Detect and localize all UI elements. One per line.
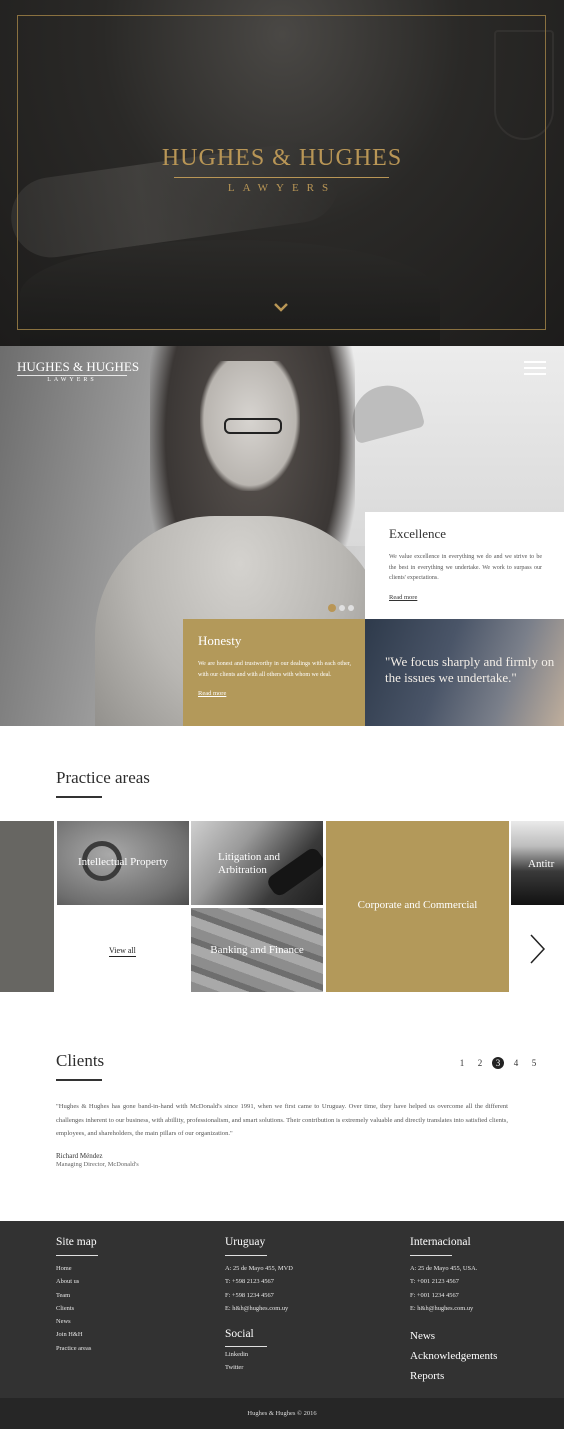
hero-frame — [17, 15, 546, 330]
footer-link-news[interactable]: News — [56, 1315, 91, 1328]
hamburger-menu-icon[interactable] — [524, 361, 546, 375]
practice-areas-title: Practice areas — [56, 768, 150, 787]
practice-tile-corporate[interactable]: Corporate and Commercial — [326, 821, 509, 992]
practice-tile-label: Banking and Finance — [210, 944, 304, 956]
footer-intl-title: Internacional — [410, 1236, 471, 1248]
practice-tile-litigation[interactable]: Litigation and Arbitration — [191, 821, 323, 905]
nav-logo-title[interactable]: HUGHES & HUGHES — [17, 359, 139, 375]
honesty-title: Honesty — [198, 633, 242, 648]
testimonial-author-role: Managing Director, McDonald's — [56, 1161, 139, 1168]
honesty-read-more-link[interactable]: Read more — [198, 690, 226, 697]
nav-logo-divider — [17, 375, 127, 376]
quote-card: "We focus sharply and firmly on the issu… — [365, 619, 564, 726]
pager-page[interactable]: 2 — [474, 1057, 486, 1069]
footer-sitemap-list: Home About us Team Clients News Join H&H… — [56, 1262, 91, 1355]
footer-divider — [410, 1255, 452, 1256]
footer-link-acknowledgements[interactable]: Acknowledgements — [410, 1346, 497, 1366]
footer-link-practice[interactable]: Practice areas — [56, 1342, 91, 1355]
footer-uruguay-email[interactable]: E: h&h@hughes.com.uy — [225, 1302, 293, 1315]
slider-dot[interactable] — [348, 605, 354, 611]
footer-sitemap-title: Site map — [56, 1236, 97, 1248]
footer-link-team[interactable]: Team — [56, 1289, 91, 1302]
footer-link-twitter[interactable]: Twitter — [225, 1361, 248, 1374]
practice-tile-label: Antitr — [528, 858, 555, 870]
slider-dot[interactable] — [328, 604, 336, 612]
hero-subtitle: LAWYERS — [227, 182, 337, 194]
practice-tile-label: Litigation and Arbitration — [218, 851, 281, 876]
excellence-read-more-link[interactable]: Read more — [389, 594, 417, 601]
practice-tile-label: Corporate and Commercial — [357, 899, 478, 911]
footer-social-list: Linkedin Twitter — [225, 1348, 248, 1375]
excellence-title: Excellence — [389, 526, 447, 541]
footer-uruguay-phone: T: +598 2123 4567 — [225, 1278, 274, 1286]
nav-logo-subtitle: LAWYERS — [47, 377, 97, 383]
clients-title: Clients — [56, 1051, 105, 1070]
practice-prev-panel[interactable] — [0, 821, 54, 992]
hero-divider — [174, 177, 389, 178]
footer-link-news-big[interactable]: News — [410, 1326, 497, 1346]
footer-intl-email[interactable]: E: h&h@hughes.com.uy — [410, 1302, 477, 1315]
clients-divider — [56, 1079, 102, 1081]
footer-uruguay-address: A: 25 de Mayo 455, MVD — [225, 1265, 293, 1272]
pager-page[interactable]: 4 — [510, 1057, 522, 1069]
footer-uruguay-list: A: 25 de Mayo 455, MVD T: +598 2123 4567… — [225, 1262, 293, 1315]
testimonial-author: Richard Méndez — [56, 1152, 103, 1160]
practice-tile-label: Intellectual Property — [77, 856, 169, 868]
footer-link-home[interactable]: Home — [56, 1262, 91, 1275]
footer-social-title: Social — [225, 1328, 254, 1340]
practice-tile-ip[interactable]: Intellectual Property — [57, 821, 189, 905]
excellence-text: We value excellence in everything we do … — [389, 554, 542, 581]
practice-tile-antitrust[interactable]: Antitr — [511, 821, 564, 905]
footer-divider — [225, 1346, 267, 1347]
footer-intl-fax: F: +001 1234 4567 — [410, 1291, 459, 1299]
hero-title: HUGHES & HUGHES — [161, 145, 403, 171]
clients-pager: 1 2 3 4 5 — [456, 1057, 540, 1069]
footer-uruguay-fax: F: +598 1234 4567 — [225, 1291, 274, 1299]
footer-extra-links: News Acknowledgements Reports — [410, 1326, 497, 1386]
footer-uruguay-title: Uruguay — [225, 1236, 266, 1248]
pager-page[interactable]: 5 — [528, 1057, 540, 1069]
footer-link-about[interactable]: About us — [56, 1275, 91, 1288]
footer-intl-address: A: 25 de Mayo 455, USA. — [410, 1265, 478, 1272]
footer-link-join[interactable]: Join H&H — [56, 1328, 91, 1341]
view-all-link[interactable]: View all — [109, 946, 136, 955]
footer-link-linkedin[interactable]: Linkedin — [225, 1348, 248, 1361]
slider-dot[interactable] — [339, 605, 345, 611]
footer-intl-phone: T: +001 2123 4567 — [410, 1278, 459, 1286]
footer-divider — [56, 1255, 98, 1256]
practice-areas-divider — [56, 796, 102, 798]
excellence-card: Excellence We value excellence in everyt… — [365, 512, 564, 619]
copyright-bar: Hughes & Hughes © 2016 — [0, 1398, 564, 1429]
slider-dots — [328, 604, 354, 612]
practice-tile-banking[interactable]: Banking and Finance — [191, 908, 323, 992]
honesty-card: Honesty We are honest and trustworthy in… — [183, 619, 365, 726]
honesty-text: We are honest and trustworthy in our dea… — [198, 661, 351, 678]
pager-page-active[interactable]: 3 — [492, 1057, 504, 1069]
view-all-underline — [109, 956, 136, 957]
footer-link-reports[interactable]: Reports — [410, 1366, 497, 1386]
portrait-glasses — [224, 418, 282, 434]
footer-intl-list: A: 25 de Mayo 455, USA. T: +001 2123 456… — [410, 1262, 477, 1315]
client-testimonial: "Hughes & Hughes has gone band-in-hand w… — [56, 1103, 508, 1137]
chevron-down-icon[interactable] — [272, 300, 290, 314]
footer-divider — [225, 1255, 267, 1256]
footer-link-clients[interactable]: Clients — [56, 1302, 91, 1315]
chevron-right-icon[interactable] — [527, 933, 547, 965]
pager-page[interactable]: 1 — [456, 1057, 468, 1069]
quote-text: "We focus sharply and firmly on the issu… — [385, 654, 555, 685]
